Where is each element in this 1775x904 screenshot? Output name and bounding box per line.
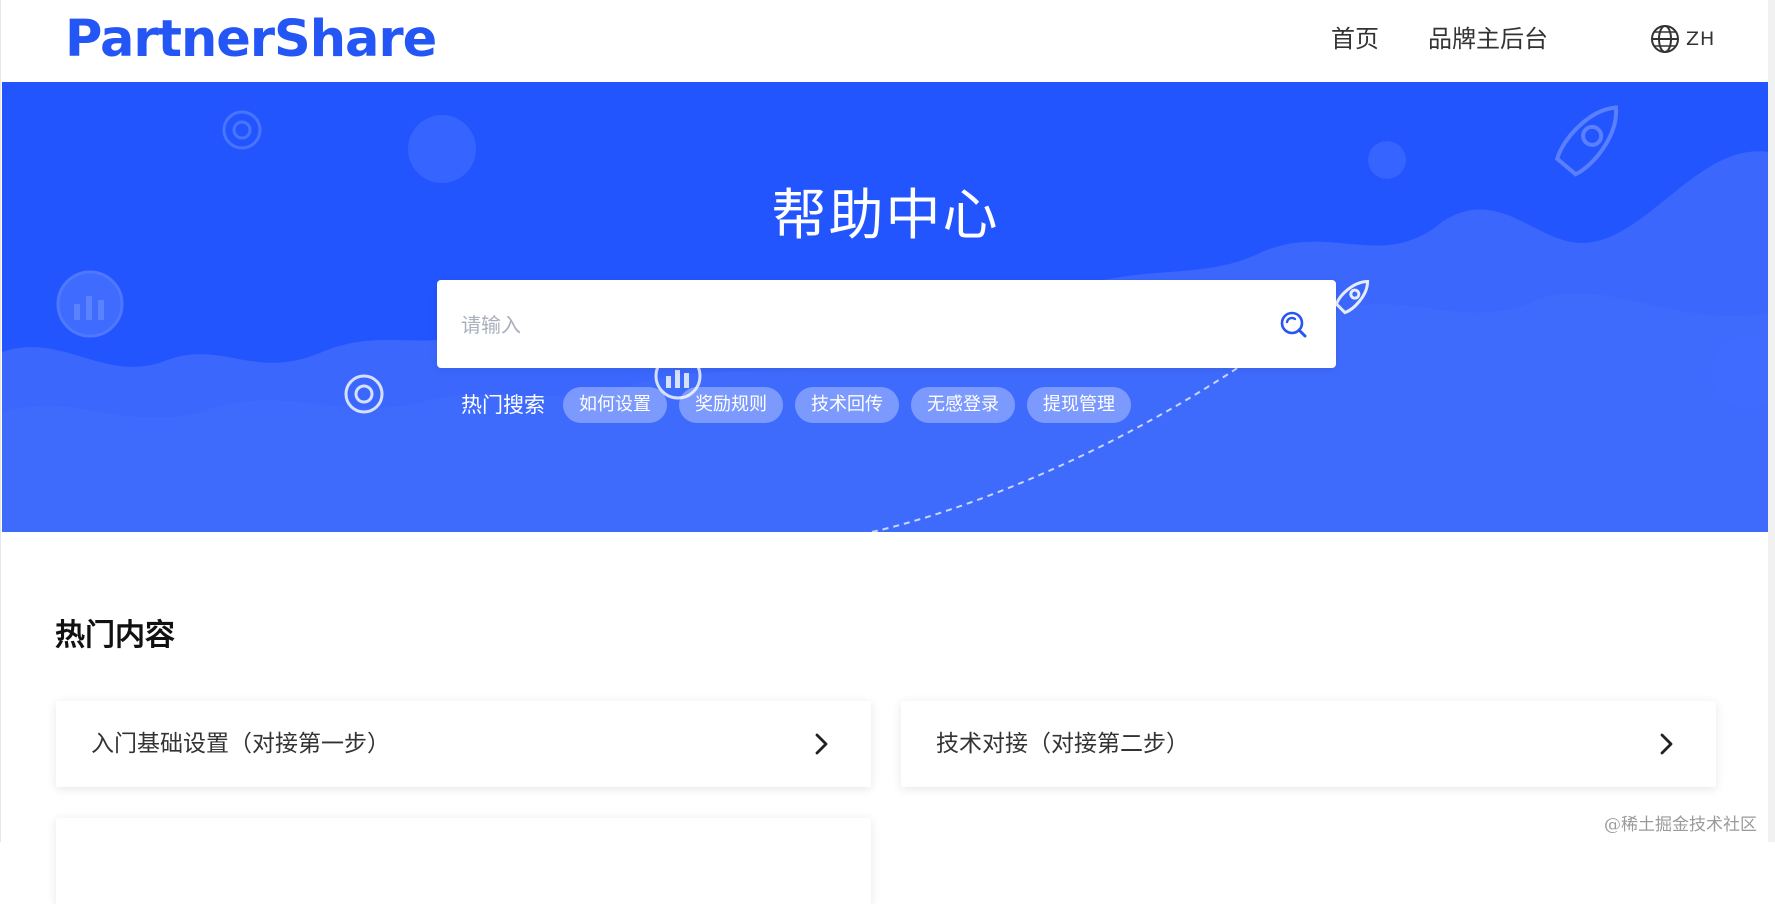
search-icon[interactable] [1277,308,1309,340]
top-header: PartnerShare 首页 品牌主后台 ZH [1,0,1769,82]
hot-content-title: 热门内容 [55,618,175,653]
page-title: 帮助中心 [771,183,1000,247]
hot-search-tag[interactable]: 奖励规则 [679,387,783,423]
hero-banner: 帮助中心 热门搜索 如何设置 奖励规则 技术回传 无感登录 提现管理 [2,82,1769,532]
hot-content-card[interactable]: 入门基础设置（对接第一步） [56,701,871,787]
search-bar [437,280,1336,370]
search-input[interactable] [459,280,1263,370]
partnershare-logo[interactable]: PartnerShare [65,10,437,69]
globe-icon [1651,25,1679,53]
hot-search-tag[interactable]: 无感登录 [911,387,1015,423]
hot-content-card[interactable] [56,818,871,904]
page: PartnerShare 首页 品牌主后台 ZH 帮助中心 请输入 热门搜索 如… [0,0,1769,904]
hot-search-tags: 如何设置 奖励规则 技术回传 无感登录 提现管理 [563,387,1131,423]
card-label: 技术对接（对接第二步） [936,731,1189,757]
hot-search-label: 热门搜索 [461,393,545,417]
nav-home-link[interactable]: 首页 [1331,22,1379,56]
logo-text: PartnerShare [65,10,437,69]
card-label: 入门基础设置（对接第一步） [91,731,390,757]
chevron-right-icon [815,733,828,755]
language-switcher[interactable]: ZH [1650,24,1715,54]
hot-search-tag[interactable]: 提现管理 [1027,387,1131,423]
hot-content-card[interactable]: 技术对接（对接第二步） [901,701,1716,787]
scrollbar-track[interactable] [1768,0,1775,842]
hot-search-tag[interactable]: 如何设置 [563,387,667,423]
chevron-right-icon [1660,733,1673,755]
hot-search-tag[interactable]: 技术回传 [795,387,899,423]
watermark: @稀土掘金技术社区 [1604,815,1757,835]
nav-brand-admin-link[interactable]: 品牌主后台 [1428,22,1548,56]
language-code: ZH [1686,28,1716,50]
